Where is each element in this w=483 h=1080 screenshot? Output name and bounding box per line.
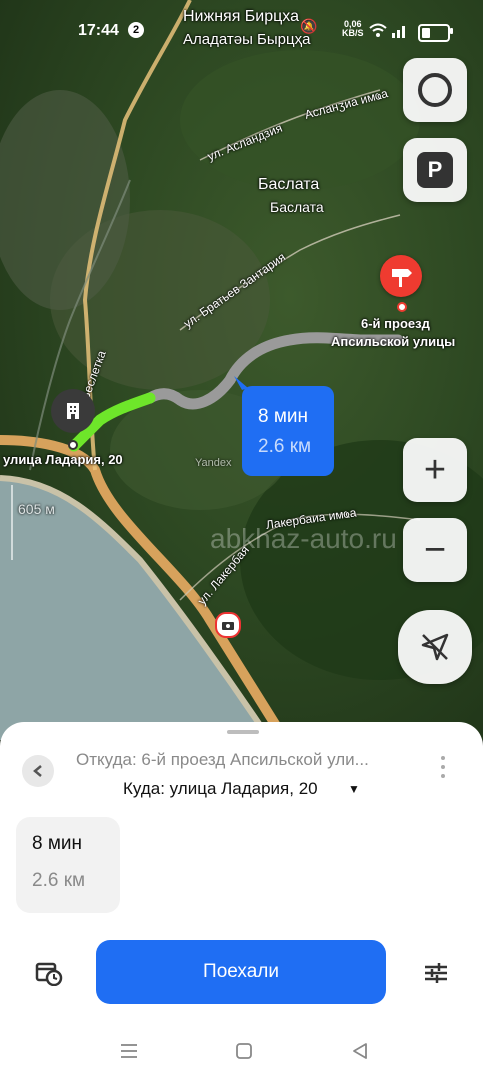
location-off-icon	[421, 633, 449, 661]
network-speed: 0,06 KB/S	[342, 20, 364, 38]
building-icon	[67, 403, 79, 419]
system-nav-bar	[0, 1030, 483, 1080]
zoom-out-button[interactable]: −	[403, 518, 467, 582]
route-bubble-distance: 2.6 км	[258, 436, 312, 457]
from-field[interactable]: Откуда: 6-й проезд Апсильской ули...	[76, 750, 369, 770]
village-label: Баслата	[258, 176, 320, 193]
alice-assistant-button[interactable]	[403, 58, 467, 122]
map-view[interactable]: 17:44 2 🔕 0,06 KB/S Нижняя Бирцха Аладат…	[0, 0, 483, 740]
recent-apps-icon[interactable]	[120, 1043, 138, 1059]
signpost-icon	[392, 269, 412, 287]
yandex-logo: Yandex	[195, 457, 232, 469]
destination-label-line2: Апсильской улицы	[331, 334, 456, 349]
route-option-distance: 2.6 км	[32, 870, 86, 891]
parking-icon: P	[417, 152, 453, 188]
place-label-top-ab: Аладатәы Бырцҳа	[183, 31, 311, 48]
zoom-in-button[interactable]: +	[403, 438, 467, 502]
clock: 17:44	[78, 22, 119, 39]
route-sheet: Откуда: 6-й проезд Апсильской ули... Куд…	[0, 722, 483, 1080]
go-button[interactable]: Поехали	[96, 940, 386, 1004]
wifi-icon	[369, 23, 387, 37]
route-option-card[interactable]: 8 мин 2.6 км	[16, 817, 120, 913]
battery-tip	[450, 28, 453, 34]
parking-button[interactable]: P	[403, 138, 467, 202]
back-button[interactable]	[22, 755, 54, 787]
route-bubble-time: 8 мин	[258, 406, 309, 427]
schedule-departure-icon[interactable]	[35, 960, 63, 986]
destination-pin[interactable]	[380, 255, 422, 297]
origin-marker[interactable]	[51, 389, 95, 433]
scale-label: 605 м	[18, 501, 55, 517]
route-settings-icon[interactable]	[423, 961, 449, 985]
chevron-left-icon	[33, 765, 42, 777]
signal-icon	[392, 26, 405, 38]
sheet-handle[interactable]	[227, 730, 259, 734]
plus-icon: +	[423, 449, 447, 491]
place-label-top: Нижняя Бирцха	[183, 8, 300, 25]
caret-down-icon[interactable]: ▼	[348, 782, 360, 796]
village-label-ab: Баслата	[270, 199, 324, 215]
route-bubble[interactable]: 8 мин 2.6 км	[242, 386, 334, 476]
home-icon[interactable]	[235, 1042, 253, 1060]
location-button[interactable]	[398, 610, 472, 684]
minus-icon: −	[423, 529, 447, 571]
notification-count-badge: 2	[128, 22, 144, 38]
more-options-icon[interactable]	[441, 756, 447, 783]
origin-label: улица Ладария, 20	[3, 452, 123, 467]
destination-dot	[397, 302, 407, 312]
alice-icon	[418, 73, 452, 107]
to-field[interactable]: Куда: улица Ладария, 20	[123, 779, 318, 799]
watermark: abkhaz-auto.ru	[210, 523, 397, 554]
route-option-time: 8 мин	[32, 833, 83, 854]
battery-icon	[418, 24, 450, 42]
destination-label-line1: 6-й проезд	[361, 316, 430, 331]
origin-dot	[68, 440, 78, 450]
network-speed-unit: KB/S	[342, 28, 364, 38]
speed-camera-icon[interactable]	[215, 612, 241, 638]
back-nav-icon[interactable]	[351, 1042, 369, 1060]
bubble-pointer	[234, 376, 248, 390]
